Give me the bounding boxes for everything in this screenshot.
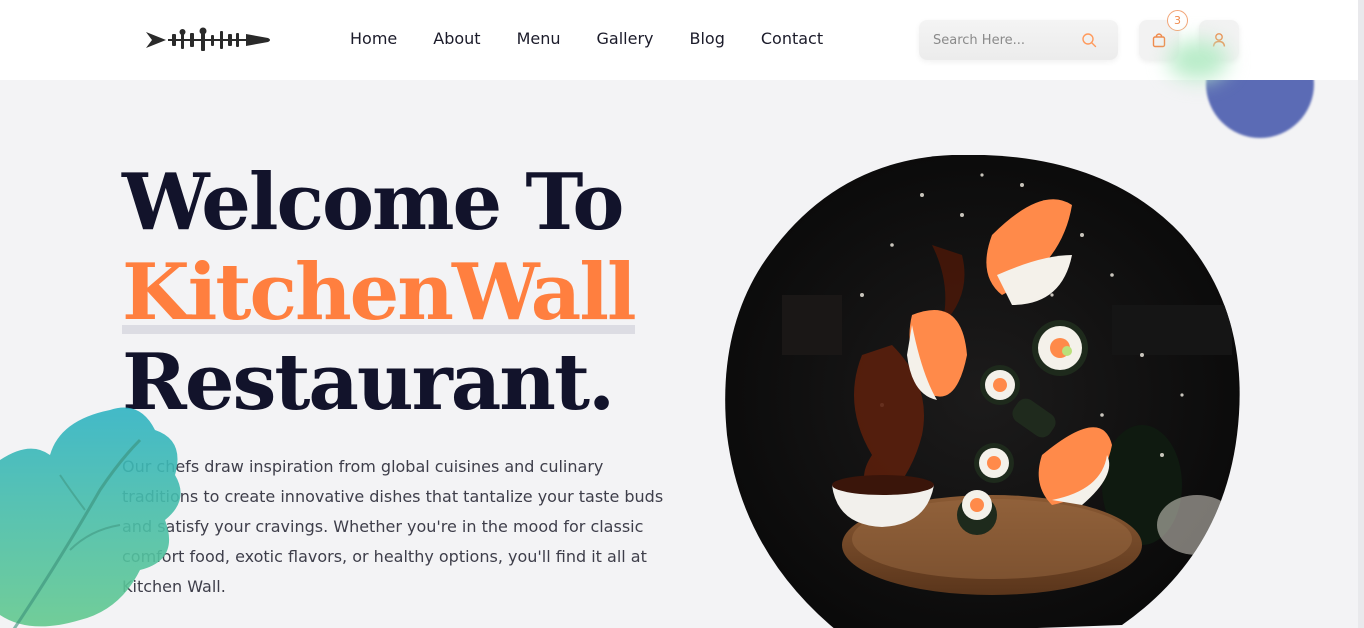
- hero-title: Welcome To KitchenWall Restaurant.: [122, 157, 637, 428]
- nav-gallery[interactable]: Gallery: [597, 28, 654, 50]
- decorative-leaf: [0, 407, 181, 628]
- header-fade: [1230, 0, 1364, 80]
- utensils-logo[interactable]: [146, 26, 272, 54]
- nav-about[interactable]: About: [433, 28, 480, 50]
- hero-food-image: [725, 155, 1240, 628]
- hero-title-line-3: Restaurant.: [122, 337, 615, 428]
- decorative-green-blob: [1168, 40, 1228, 80]
- hero-description: Our chefs draw inspiration from global c…: [122, 457, 664, 596]
- nav-blog[interactable]: Blog: [689, 28, 724, 50]
- scrollbar-track[interactable]: [1358, 0, 1364, 628]
- nav-menu[interactable]: Menu: [517, 28, 561, 50]
- nav-home[interactable]: Home: [350, 28, 397, 50]
- main-nav: Home About Menu Gallery Blog Contact: [332, 28, 841, 50]
- hero-title-line-1: Welcome To: [122, 157, 624, 248]
- hero-title-accent: KitchenWall: [122, 247, 637, 338]
- site-header: Home About Menu Gallery Blog Contact 3: [0, 0, 1364, 80]
- nav-contact[interactable]: Contact: [761, 28, 823, 50]
- shopping-bag-icon: [1152, 33, 1166, 48]
- cart-count-badge: 3: [1167, 10, 1188, 31]
- search-box: [919, 20, 1118, 60]
- search-input[interactable]: [933, 32, 1081, 48]
- search-icon[interactable]: [1081, 32, 1097, 48]
